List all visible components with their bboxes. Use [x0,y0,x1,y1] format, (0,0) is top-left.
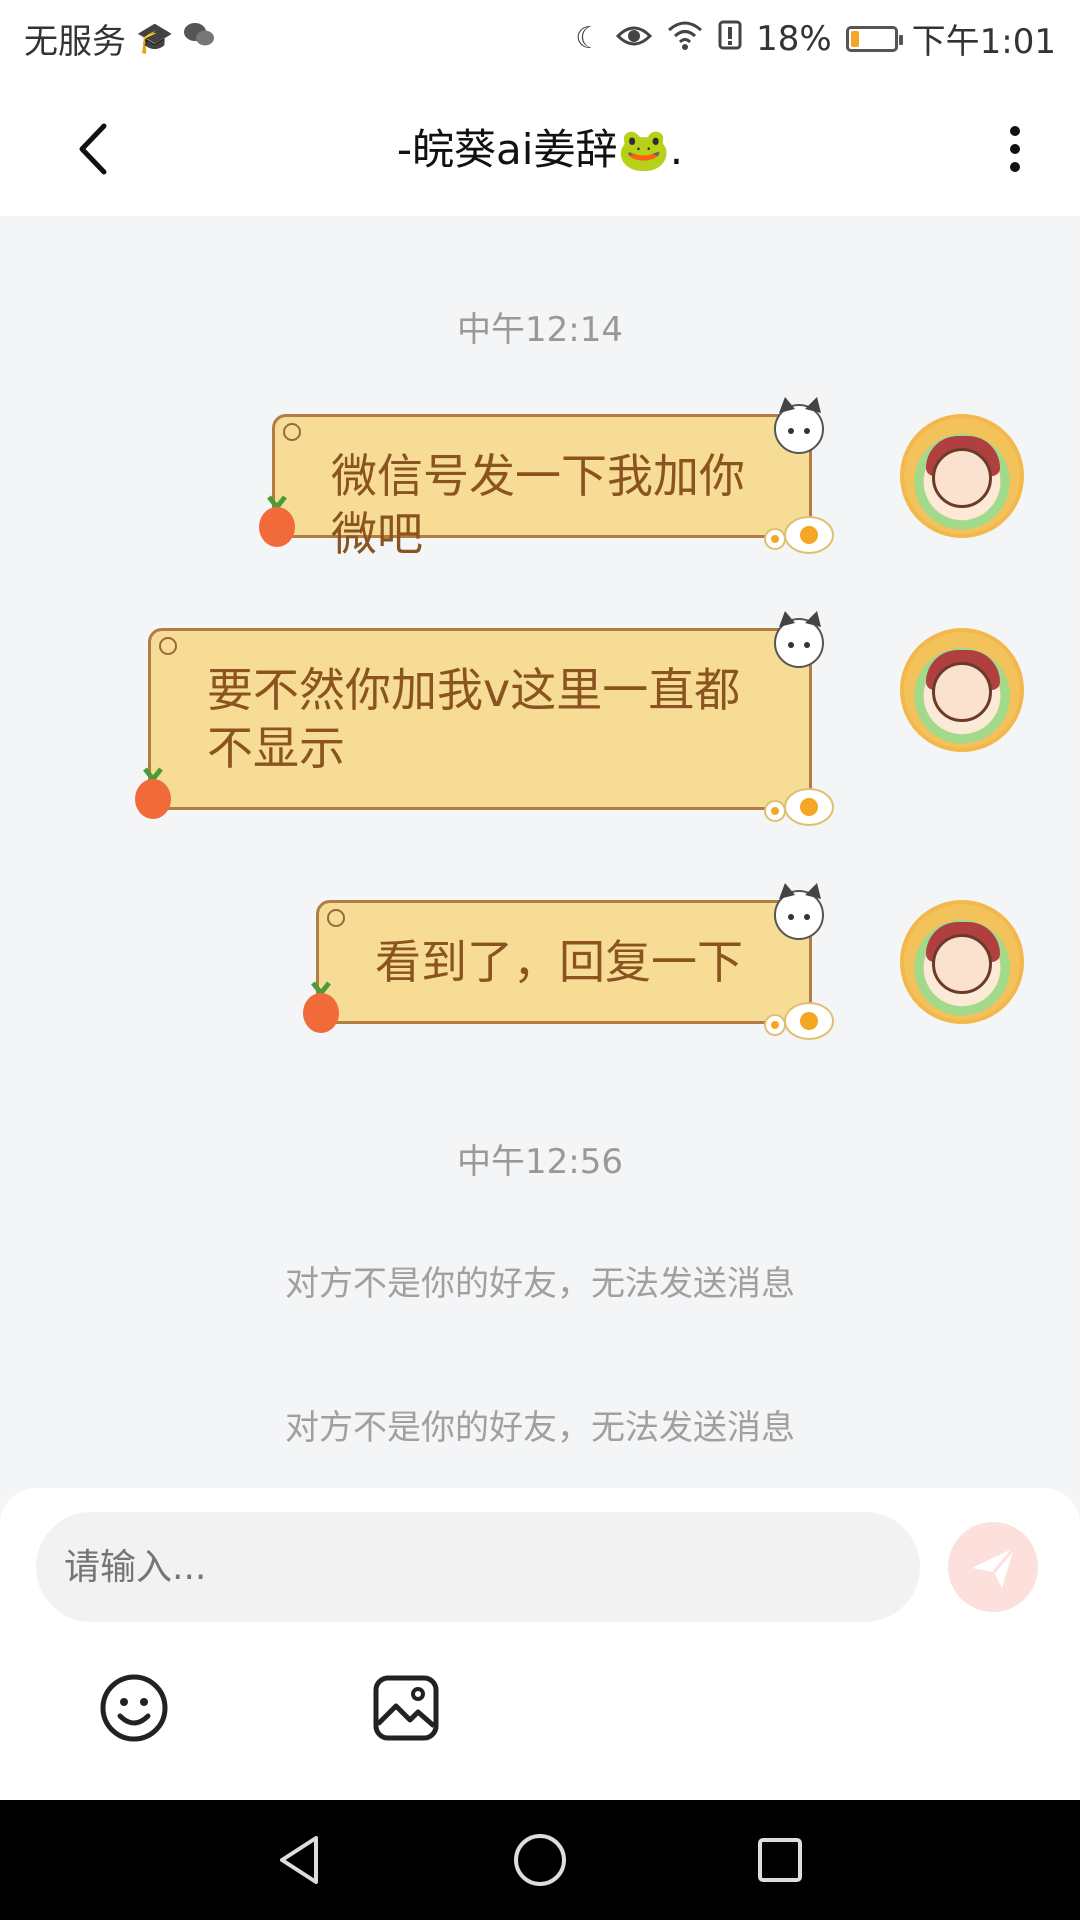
battery-level [850,30,859,47]
pin-icon [327,909,345,927]
more-dot-icon [1010,162,1020,172]
wifi-icon [666,19,704,59]
graduation-cap-icon: 🎓 [136,21,174,56]
message-text-line: 不显示 [207,721,345,775]
chat-header: -皖葵ai姜辞🐸. [0,76,1080,216]
timestamp: 中午12:56 [457,1142,623,1182]
emoji-button[interactable] [98,1672,170,1744]
nav-recents-button[interactable] [750,1830,810,1890]
battery-alert-icon [718,18,742,59]
status-right: ☾ 18% 下午1:01 [575,14,1056,63]
message-bubble[interactable]: 看到了，回复一下 [303,883,834,1040]
avatar-face [932,934,992,994]
system-notice: 对方不是你的好友，无法发送消息 [285,1408,795,1448]
smiley-icon [100,1674,168,1742]
square-recents-icon [758,1838,802,1882]
nav-back-button[interactable] [270,1830,330,1890]
triangle-back-icon [280,1836,318,1884]
clock: 下午1:01 [911,22,1056,62]
circle-home-icon [514,1834,566,1886]
image-button[interactable] [370,1672,442,1744]
system-notice: 对方不是你的好友，无法发送消息 [285,1264,795,1304]
battery-icon [845,25,903,52]
message-text: 微信号发一下我加你微吧 [331,449,745,561]
egg-sticker-icon [764,1002,834,1040]
cat-sticker-icon [774,397,824,454]
pin-icon [283,423,301,441]
more-dot-icon [1010,126,1020,136]
avatar-face [932,662,992,722]
status-left: 无服务 🎓 [24,14,215,63]
pin-icon [159,637,177,655]
message-bubble[interactable]: 要不然你加我v这里一直都 不显示 [135,611,834,826]
avatar[interactable] [900,900,1024,1024]
message-text: 看到了，回复一下 [375,935,743,989]
avatar[interactable] [900,628,1024,752]
more-options-button[interactable] [984,114,1044,184]
battery-percent: 18% [756,18,832,59]
timestamp: 中午12:14 [457,310,623,350]
more-dot-icon [1010,144,1020,154]
avatar[interactable] [900,414,1024,538]
carrot-icon [135,767,171,819]
system-navigation-bar [0,1800,1080,1920]
image-icon [373,1675,439,1741]
message-bubble[interactable]: 微信号发一下我加你微吧 [259,397,834,561]
nav-home-button[interactable] [510,1830,570,1890]
send-icon [972,1547,1016,1588]
chat-title: -皖葵ai姜辞🐸. [396,125,684,174]
egg-sticker-icon [764,788,834,826]
cat-sticker-icon [774,883,824,940]
wechat-icon [183,21,215,57]
eye-icon [615,19,653,59]
input-area [0,1488,1080,1800]
message-input[interactable] [36,1512,920,1622]
carrot-icon [259,495,295,547]
carrot-icon [303,981,339,1033]
egg-sticker-icon [764,516,834,554]
avatar-face [932,448,992,508]
message-text-line: 要不然你加我v这里一直都 [207,663,741,717]
status-bar: 无服务 🎓 ☾ 18% 下午1:01 [0,0,1080,76]
carrier-label: 无服务 [24,22,126,62]
send-button[interactable] [948,1522,1038,1612]
cat-sticker-icon [774,611,824,668]
moon-icon: ☾ [575,21,603,56]
